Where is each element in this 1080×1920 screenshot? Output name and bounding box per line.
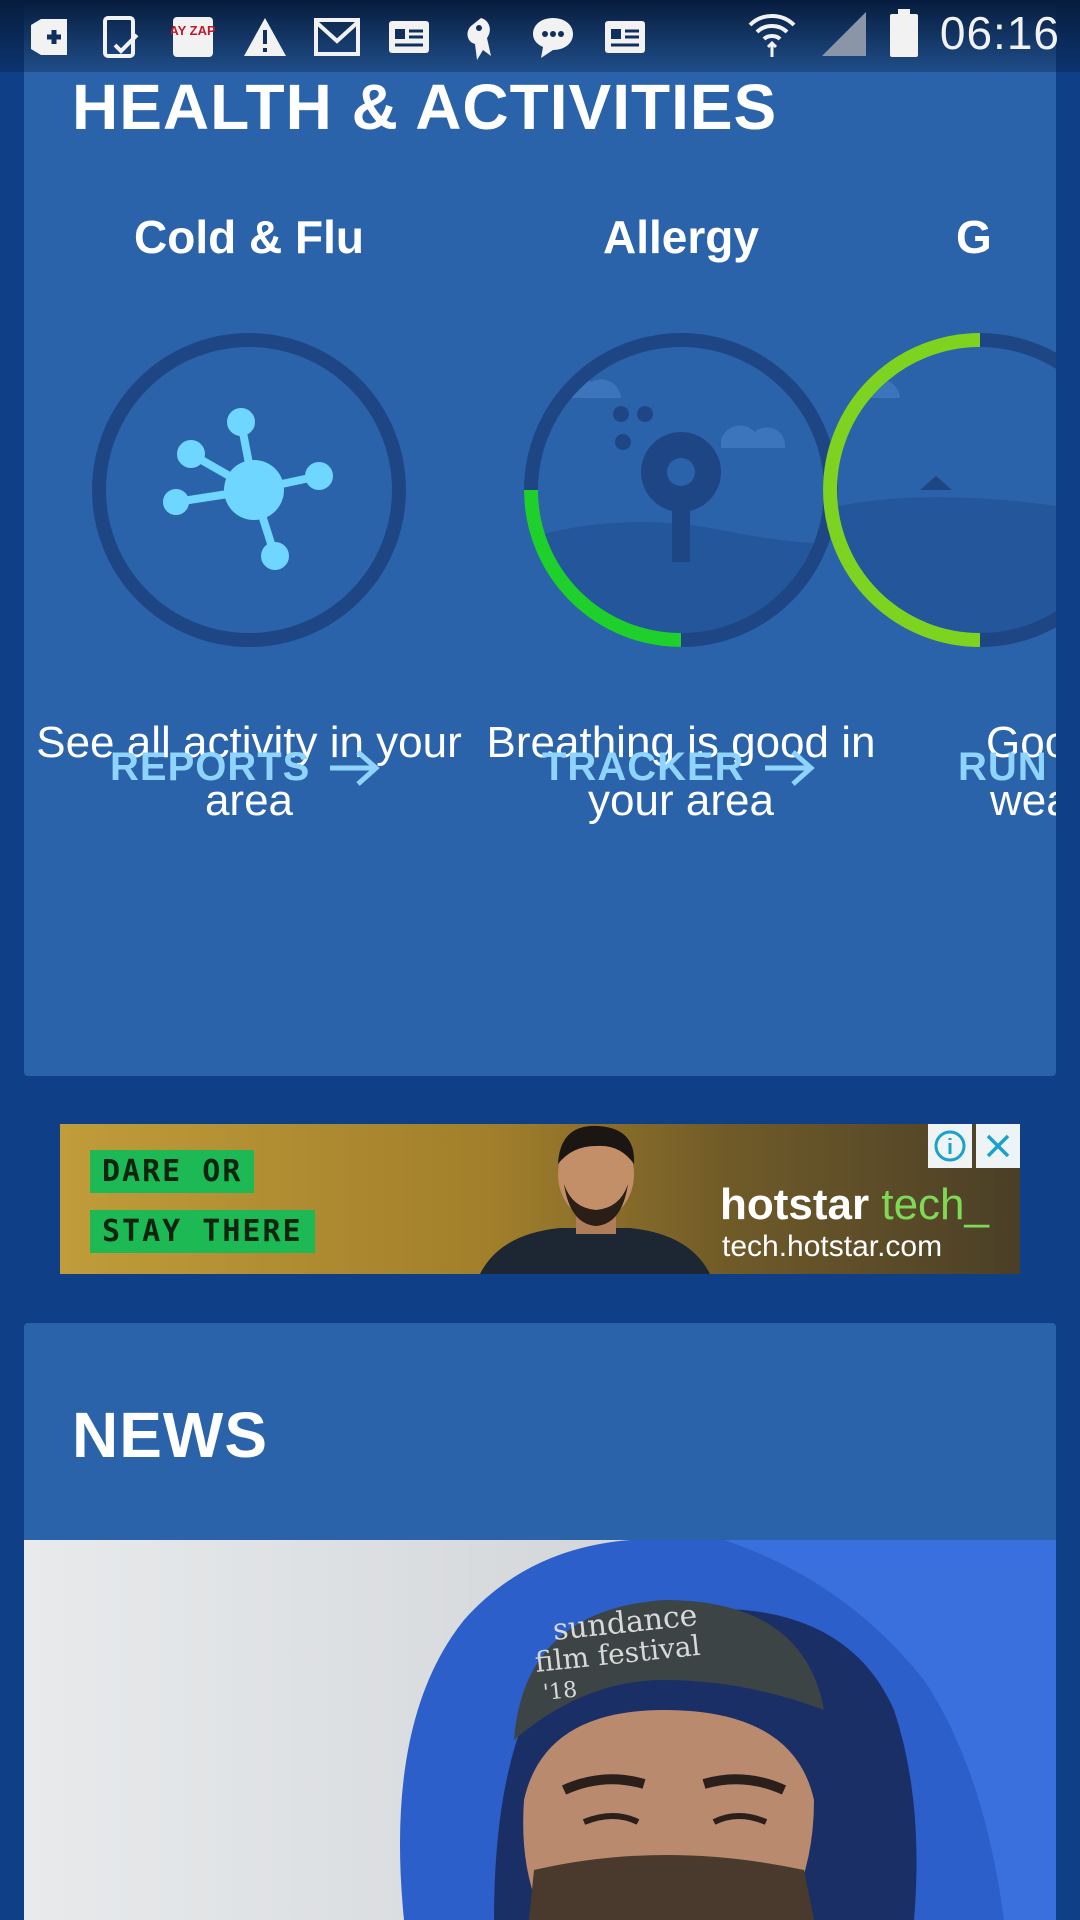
status-bar: PAY ZAPP 06:16 xyxy=(0,0,1080,72)
ad-close-icon[interactable] xyxy=(976,1124,1020,1168)
news-article-image[interactable]: sundance film festival '18 xyxy=(24,1540,1056,1920)
status-time: 06:16 xyxy=(939,7,1060,59)
section-title-health: HEALTH & ACTIVITIES xyxy=(72,71,778,143)
ad-tagline-1: DARE OR xyxy=(90,1150,255,1193)
app-mascot-icon xyxy=(456,12,506,62)
ad-banner[interactable]: DARE OR STAY THERE hotstar tech_ tech.ho… xyxy=(60,1124,1020,1274)
section-title-news: NEWS xyxy=(72,1399,268,1471)
cold-flu-gauge xyxy=(92,333,406,647)
reports-link-label: REPORTS xyxy=(110,745,311,789)
activity-name: Cold & Flu xyxy=(134,211,364,263)
ad-info-icon[interactable] xyxy=(928,1124,972,1168)
battery-icon xyxy=(889,9,918,57)
arrow-right-icon xyxy=(764,749,815,786)
activity-running[interactable]: G Good weat xyxy=(823,210,1056,830)
wifi-icon xyxy=(748,14,796,57)
ad-tagline-2: STAY THERE xyxy=(90,1210,315,1253)
ad-brand-accent: tech_ xyxy=(881,1180,989,1229)
ad-brand: hotstar tech_ xyxy=(720,1180,989,1230)
gmail-icon xyxy=(312,12,362,62)
arrow-right-icon xyxy=(330,749,381,786)
virus-icon xyxy=(163,408,333,570)
signal-icon xyxy=(821,12,866,56)
payzapp-text: PAY ZAPP xyxy=(171,23,215,38)
news-card: NEWS sundance film festival '18 xyxy=(24,1323,1056,1920)
hat-text-3: '18 xyxy=(542,1678,578,1706)
activity-name: Allergy xyxy=(603,211,759,263)
tablet-check-icon xyxy=(96,12,146,62)
run-link-label: RUN T xyxy=(958,745,1056,789)
allergy-gauge xyxy=(524,333,838,647)
add-box-icon xyxy=(24,12,74,62)
activity-name: G xyxy=(956,211,992,263)
warning-icon xyxy=(240,12,290,62)
mountain-icon xyxy=(920,476,952,490)
ad-person-image xyxy=(480,1125,710,1274)
system-icons: 06:16 xyxy=(746,6,1060,60)
reports-link[interactable]: REPORTS xyxy=(110,745,381,790)
ad-brand-name: hotstar xyxy=(720,1180,870,1229)
tracker-link[interactable]: TRACKER xyxy=(542,745,815,790)
running-gauge xyxy=(823,333,1056,647)
news-card-icon xyxy=(600,12,650,62)
chat-bubble-icon xyxy=(528,12,578,62)
news-card-icon xyxy=(384,12,434,62)
payzapp-icon: PAY ZAPP xyxy=(168,12,218,62)
run-tracker-link[interactable]: RUN T xyxy=(958,745,1056,790)
health-activities-card: HEALTH & ACTIVITIES Cold & Flu See all a… xyxy=(24,0,1056,1076)
ad-url: tech.hotstar.com xyxy=(722,1230,943,1263)
activity-cold-flu[interactable]: Cold & Flu See all activity in your area xyxy=(34,210,464,954)
notification-icons: PAY ZAPP xyxy=(24,12,650,62)
tracker-link-label: TRACKER xyxy=(542,745,745,789)
